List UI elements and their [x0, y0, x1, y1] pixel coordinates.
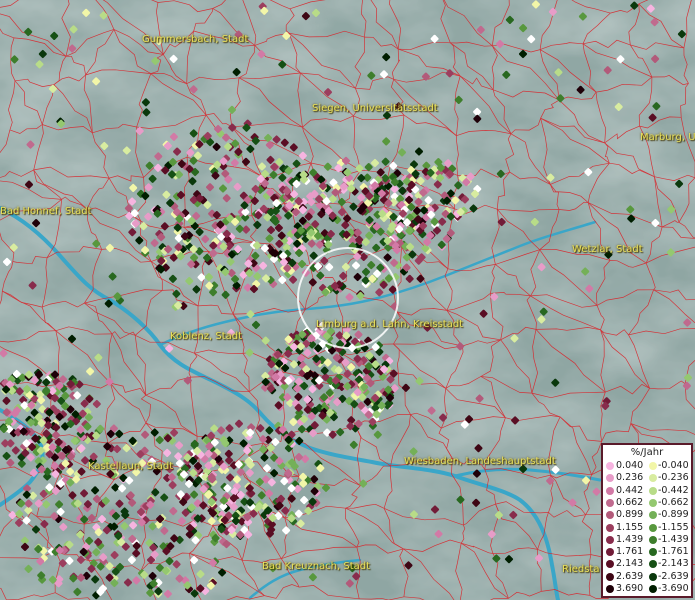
legend-swatch [606, 511, 614, 520]
legend-swatch [606, 572, 614, 581]
legend-label: -1.155 [658, 521, 689, 533]
legend-swatch [606, 462, 614, 470]
legend-label: -3.690 [658, 583, 689, 594]
legend-label: -2.143 [658, 558, 689, 570]
legend-swatch [606, 498, 614, 507]
legend-label: -1.761 [658, 546, 689, 558]
legend-title: %/Jahr [630, 447, 664, 458]
legend-row: 1.439 -1.439 [605, 533, 693, 546]
legend-label: 1.439 [616, 533, 644, 545]
legend-label: 2.143 [616, 558, 644, 570]
legend-label: 0.236 [616, 472, 644, 484]
legend-swatch [649, 548, 657, 557]
legend-label: 2.639 [616, 570, 644, 582]
legend-label: -1.439 [658, 533, 689, 545]
legend-swatch [606, 474, 614, 483]
legend-label: -0.899 [658, 509, 689, 521]
city-label-bad-honnef: Bad Honnef, Stadt [0, 206, 92, 217]
legend-row: 1.155 -1.155 [605, 521, 693, 534]
city-label-marburg: Marburg, Un [640, 132, 695, 143]
city-label-wetzlar: Wetzlar, Stadt [572, 244, 643, 255]
legend-label: -0.236 [658, 472, 689, 484]
legend-label: -0.442 [658, 484, 689, 496]
city-label-kastellaun: Kastellaun, Stadt [88, 461, 174, 472]
legend-label: 1.761 [616, 546, 644, 558]
city-label-riedstadt: Riedsta [562, 564, 600, 575]
legend-label: 1.155 [616, 521, 644, 533]
city-label-siegen: Siegen, Universitätsstadt [312, 103, 438, 114]
legend-swatch [649, 511, 657, 520]
legend-swatch [606, 486, 614, 495]
legend-label: 0.899 [616, 509, 644, 521]
city-label-koblenz: Koblenz, Stadt [170, 331, 243, 342]
legend-label: -0.662 [658, 496, 689, 508]
legend-row: 1.761 -1.761 [605, 546, 693, 558]
legend-swatch [649, 498, 657, 507]
map-canvas[interactable] [0, 0, 695, 600]
city-label-gummersbach: Gummersbach, Stadt [142, 34, 249, 45]
legend-swatch [606, 560, 614, 569]
city-label-limburg: Limburg a.d. Lahn, Kreisstadt [316, 319, 464, 330]
legend-swatch [606, 585, 614, 593]
legend-row: 0.040 -0.040 [605, 460, 693, 472]
legend-label: 0.662 [616, 496, 644, 508]
legend-swatch [649, 535, 657, 544]
legend: %/Jahr 0.040 -0.040 0.236 -0.236 0.442 -0.442… [601, 443, 693, 598]
legend-row: 2.639 -2.639 [605, 570, 693, 583]
legend-swatch [606, 548, 614, 557]
city-label-wiesbaden: Wiesbaden, Landeshauptstadt [404, 456, 556, 467]
terrain-relief [0, 0, 695, 600]
city-label-bad-kreuznach: Bad Kreuznach, Stadt [262, 561, 371, 572]
legend-swatch [649, 486, 657, 495]
legend-label: 3.690 [616, 583, 644, 594]
legend-row: 0.442 -0.442 [605, 484, 693, 497]
legend-swatch [649, 523, 657, 532]
legend-row: 3.690 -3.690 [605, 583, 693, 595]
legend-row: 0.662 -0.662 [605, 496, 693, 509]
legend-label: 0.442 [616, 484, 644, 496]
legend-swatch [606, 535, 614, 544]
legend-row: 2.143 -2.143 [605, 558, 693, 570]
legend-row: 0.899 -0.899 [605, 509, 693, 521]
legend-swatch [649, 585, 657, 593]
legend-label: -0.040 [658, 460, 689, 471]
legend-swatch [649, 572, 657, 581]
legend-row: 0.236 -0.236 [605, 472, 693, 484]
legend-label: -2.639 [658, 570, 689, 582]
legend-swatch [649, 462, 657, 470]
legend-label: 0.040 [616, 460, 644, 471]
legend-swatch [606, 523, 614, 532]
legend-swatch [649, 474, 657, 483]
legend-swatch [649, 560, 657, 569]
